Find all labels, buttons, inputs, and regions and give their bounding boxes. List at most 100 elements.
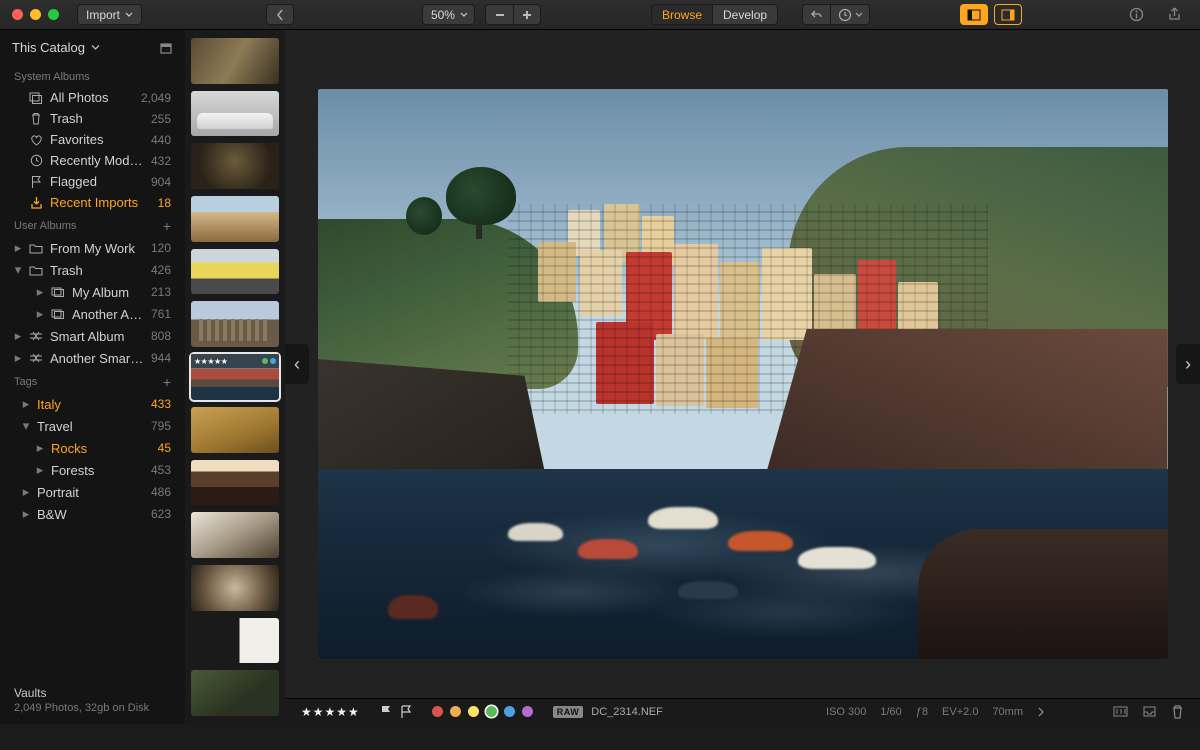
thumbnail[interactable] <box>191 460 279 506</box>
main-image[interactable] <box>318 89 1168 659</box>
tag-item-travel[interactable]: ▾Travel795 <box>0 415 185 437</box>
info-icon <box>1129 7 1144 22</box>
trash-icon[interactable] <box>1171 705 1184 719</box>
color-labels <box>432 706 533 717</box>
item-label: Rocks <box>51 441 151 456</box>
thumbnail[interactable] <box>191 38 279 84</box>
color-label-dot[interactable] <box>504 706 515 717</box>
chevron-right-icon[interactable] <box>1037 707 1045 717</box>
sidebar-right-toggle[interactable] <box>994 4 1022 25</box>
share-button[interactable] <box>1160 4 1188 25</box>
import-button[interactable]: Import <box>77 4 142 25</box>
flag-solid-icon[interactable] <box>380 705 392 718</box>
thumbnail[interactable] <box>191 91 279 137</box>
heart-icon <box>29 134 43 146</box>
sidebar-item-my-album[interactable]: ▸My Album213 <box>0 281 185 303</box>
thumbnail[interactable] <box>191 196 279 242</box>
sidebar-item-flagged[interactable]: Flagged904 <box>0 171 185 192</box>
thumbnail[interactable] <box>191 249 279 295</box>
add-tag-button[interactable]: + <box>163 375 171 389</box>
sidebar-item-another-album[interactable]: ▸Another Album761 <box>0 303 185 325</box>
prev-image-button[interactable]: ‹ <box>285 344 309 384</box>
item-label: B&W <box>37 507 144 522</box>
tag-item-portrait[interactable]: ▸Portrait486 <box>0 481 185 503</box>
tag-item-rocks[interactable]: ▸Rocks45 <box>0 437 185 459</box>
tag-item-italy[interactable]: ▸Italy433 <box>0 393 185 415</box>
folder-icon <box>29 265 43 276</box>
back-button[interactable] <box>266 4 294 25</box>
add-album-button[interactable]: + <box>163 219 171 233</box>
aperture-value: ƒ8 <box>916 706 928 718</box>
item-count: 904 <box>151 175 171 189</box>
color-label-dot[interactable] <box>522 706 533 717</box>
color-label-dot[interactable] <box>468 706 479 717</box>
zoom-out-button[interactable] <box>485 4 513 25</box>
flag-outline-icon[interactable] <box>400 705 412 718</box>
color-label-dot[interactable] <box>432 706 443 717</box>
chevron-down-icon <box>125 11 133 19</box>
thumbnail[interactable] <box>191 670 279 716</box>
traffic-lights <box>12 9 59 20</box>
expand-icon: ▸ <box>14 350 22 366</box>
sidebar-item-smart-album[interactable]: ▸Smart Album808 <box>0 325 185 347</box>
info-button[interactable] <box>1122 4 1150 25</box>
sidebar-item-trash[interactable]: ▾Trash426 <box>0 259 185 281</box>
sidebar-item-recent-imports[interactable]: Recent Imports18 <box>0 192 185 213</box>
tag-item-forests[interactable]: ▸Forests453 <box>0 459 185 481</box>
color-label-dot[interactable] <box>450 706 461 717</box>
zoom-stepper <box>485 4 541 25</box>
item-count: 2,049 <box>141 91 171 105</box>
thumbnail-selected[interactable]: ★★★★★ <box>191 354 279 400</box>
catalog-dropdown[interactable]: This Catalog <box>12 40 100 55</box>
adjustments-icon[interactable] <box>1113 705 1128 718</box>
develop-tab[interactable]: Develop <box>713 5 777 24</box>
sidebar-item-favorites[interactable]: Favorites440 <box>0 129 185 150</box>
sidebar-item-from-my-work[interactable]: ▸From My Work120 <box>0 237 185 259</box>
sidebar-item-trash[interactable]: Trash255 <box>0 108 185 129</box>
photos-icon <box>29 92 43 104</box>
expand-icon: ▾ <box>22 418 30 434</box>
browse-tab[interactable]: Browse <box>652 5 712 24</box>
sidebar-item-recently-modified[interactable]: Recently Modified432 <box>0 150 185 171</box>
thumbnail[interactable] <box>191 143 279 189</box>
item-label: From My Work <box>50 241 144 256</box>
zoom-dropdown[interactable]: 50% <box>422 4 475 25</box>
expand-icon: ▸ <box>36 306 44 322</box>
sidebar-left-toggle[interactable] <box>960 4 988 25</box>
item-label: Smart Album <box>50 329 144 344</box>
item-count: 426 <box>151 263 171 277</box>
sidebar-item-all-photos[interactable]: All Photos 2,049 <box>0 87 185 108</box>
tag-item-b-w[interactable]: ▸B&W623 <box>0 503 185 525</box>
thumbnail[interactable] <box>191 618 279 664</box>
maximize-window-icon[interactable] <box>48 9 59 20</box>
vaults-stats: 2,049 Photos, 32gb on Disk <box>14 702 171 714</box>
thumbnail[interactable] <box>191 407 279 453</box>
thumbnail[interactable] <box>191 512 279 558</box>
expand-icon: ▾ <box>14 262 22 278</box>
calendar-icon[interactable] <box>159 41 173 55</box>
history-button[interactable] <box>830 4 870 25</box>
import-icon <box>29 196 43 209</box>
chevron-down-icon <box>460 11 468 19</box>
item-label: All Photos <box>50 90 134 105</box>
filename: DC_2314.NEF <box>591 706 663 718</box>
zoom-in-button[interactable] <box>513 4 541 25</box>
vaults-footer[interactable]: Vaults 2,049 Photos, 32gb on Disk <box>0 676 185 724</box>
catalog-header: This Catalog <box>0 30 185 65</box>
rating-stars[interactable]: ★★★★★ <box>301 705 360 719</box>
layout-toggle <box>960 4 1022 25</box>
next-image-button[interactable]: › <box>1176 344 1200 384</box>
item-count: 761 <box>151 307 171 321</box>
thumbnail[interactable] <box>191 301 279 347</box>
close-window-icon[interactable] <box>12 9 23 20</box>
inbox-icon[interactable] <box>1142 705 1157 718</box>
item-label: Recent Imports <box>50 195 151 210</box>
item-count: 440 <box>151 133 171 147</box>
sidebar-item-another-smart-a-[interactable]: ▸Another Smart A…944 <box>0 347 185 369</box>
undo-button[interactable] <box>802 4 830 25</box>
minimize-window-icon[interactable] <box>30 9 41 20</box>
color-label-dot[interactable] <box>486 706 497 717</box>
thumbnail[interactable] <box>191 565 279 611</box>
image-area: ‹ › <box>285 30 1200 698</box>
item-label: Another Smart A… <box>50 351 144 366</box>
